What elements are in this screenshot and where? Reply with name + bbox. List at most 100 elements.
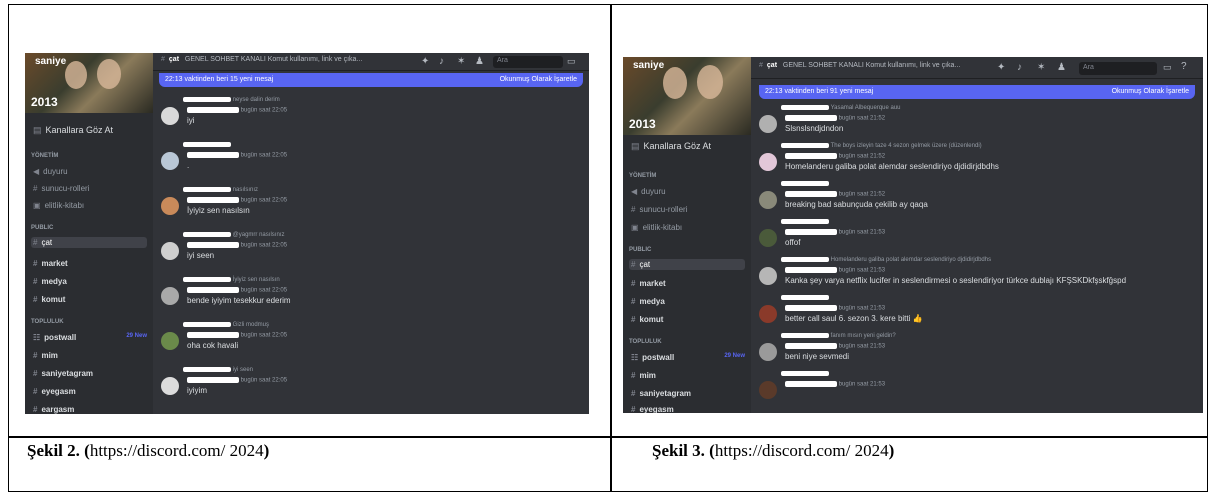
inbox-icon[interactable]: ▭: [567, 56, 576, 67]
channel-elitlik-kitabi[interactable]: ▣ elitlik-kitabı: [33, 201, 153, 210]
category-yonetim[interactable]: YÖNETİM: [629, 173, 751, 179]
redacted-username[interactable]: [187, 287, 239, 293]
pin-icon[interactable]: ✶: [1037, 62, 1045, 73]
redacted-username[interactable]: [785, 381, 837, 387]
redacted-username[interactable]: [785, 267, 837, 273]
user-avatar[interactable]: [759, 343, 777, 361]
browse-channels[interactable]: ▤ Kanallara Göz At: [631, 141, 751, 152]
user-avatar[interactable]: [161, 107, 179, 125]
category-topluluk[interactable]: TOPLULUK: [629, 339, 751, 345]
channel-komut[interactable]: # komut: [631, 315, 751, 324]
channel-medya[interactable]: # medya: [631, 297, 751, 306]
search-input[interactable]: Ara: [1079, 62, 1157, 75]
channel-elitlik-kitabi[interactable]: ▣ elitlik-kitabı: [631, 223, 751, 232]
channel-saniyetagram[interactable]: # saniyetagram: [33, 369, 153, 378]
channel-duyuru[interactable]: ◀ duyuru: [631, 187, 751, 196]
channel-eyegasm[interactable]: # eyegasm: [631, 405, 751, 413]
reply-preview[interactable]: Homelanderu galiba polat alemdar seslend…: [781, 257, 991, 263]
user-avatar[interactable]: [759, 153, 777, 171]
new-messages-bar[interactable]: 22:13 vaktinden beri 91 yeni mesaj Okunmu…: [759, 85, 1195, 99]
redacted-username[interactable]: [785, 305, 837, 311]
category-yonetim[interactable]: YÖNETİM: [31, 153, 153, 159]
channel-eyegasm[interactable]: # eyegasm: [33, 387, 153, 396]
reply-preview[interactable]: iyi seen: [183, 367, 253, 373]
redacted-username[interactable]: [785, 191, 837, 197]
browse-channels[interactable]: ▤ Kanallara Göz At: [33, 125, 153, 136]
channel-cat[interactable]: # çat: [31, 237, 147, 248]
user-avatar[interactable]: [759, 381, 777, 399]
user-avatar[interactable]: [759, 229, 777, 247]
channel-postwall[interactable]: ☷ postwall 29 New: [33, 333, 153, 342]
user-avatar[interactable]: [759, 267, 777, 285]
threads-icon[interactable]: ✦: [997, 62, 1005, 73]
redacted-username[interactable]: [187, 107, 239, 113]
channel-mim[interactable]: # mim: [33, 351, 153, 360]
inbox-icon[interactable]: ▭: [1163, 62, 1172, 73]
message-header: bugün saat 22:05: [187, 287, 287, 294]
reply-preview[interactable]: neyse dalin derim: [183, 97, 280, 103]
channel-cat[interactable]: # çat: [629, 259, 745, 270]
caption-figure-3: Şekil 3. (https://discord.com/ 2024): [652, 441, 895, 460]
reply-preview[interactable]: [781, 219, 829, 225]
new-messages-bar[interactable]: 22:13 vaktinden beri 15 yeni mesaj Okunmu…: [159, 73, 583, 87]
message-header: bugün saat 22:05: [187, 242, 287, 249]
reply-preview[interactable]: [781, 181, 829, 187]
threads-icon[interactable]: ✦: [421, 56, 429, 67]
mute-icon[interactable]: ♪: [439, 56, 444, 67]
server-name[interactable]: saniye: [35, 56, 66, 67]
channel-sunucu-rolleri[interactable]: # sunucu-rolleri: [631, 205, 751, 214]
reply-preview[interactable]: [781, 295, 829, 301]
category-public[interactable]: PUBLIC: [629, 247, 751, 253]
mute-icon[interactable]: ♪: [1017, 62, 1022, 73]
user-avatar[interactable]: [759, 191, 777, 209]
reply-preview[interactable]: fanım mısın yeni geldin?: [781, 333, 896, 339]
channel-saniyetagram[interactable]: # saniyetagram: [631, 389, 751, 398]
redacted-username[interactable]: [187, 242, 239, 248]
user-avatar[interactable]: [161, 287, 179, 305]
user-avatar[interactable]: [161, 332, 179, 350]
channel-sunucu-rolleri[interactable]: # sunucu-rolleri: [33, 184, 153, 193]
channel-duyuru[interactable]: ◀ duyuru: [33, 167, 153, 176]
user-avatar[interactable]: [161, 197, 179, 215]
redacted-username[interactable]: [785, 153, 837, 159]
channel-komut[interactable]: # komut: [33, 295, 153, 304]
user-avatar[interactable]: [161, 377, 179, 395]
user-avatar[interactable]: [759, 305, 777, 323]
redacted-username[interactable]: [187, 332, 239, 338]
header-topic: GENEL SOHBET KANALI Komut kullanımı, lin…: [184, 56, 363, 63]
search-input[interactable]: Ara: [493, 56, 563, 68]
reply-preview[interactable]: The boys izleyin taze 4 sezon gelmek üze…: [781, 143, 982, 149]
user-avatar[interactable]: [161, 152, 179, 170]
user-avatar[interactable]: [161, 242, 179, 260]
reply-preview[interactable]: [183, 142, 231, 148]
redacted-username[interactable]: [187, 377, 239, 383]
redacted-username[interactable]: [785, 343, 837, 349]
channel-postwall[interactable]: ☷ postwall 29 New: [631, 353, 751, 362]
user-avatar[interactable]: [759, 115, 777, 133]
pin-icon[interactable]: ✶: [457, 56, 465, 67]
redacted-username[interactable]: [187, 197, 239, 203]
members-icon[interactable]: ♟: [475, 56, 484, 67]
reply-preview[interactable]: nasılsınız: [183, 187, 258, 193]
mark-read-button[interactable]: Okunmuş Olarak İşaretle: [500, 76, 577, 83]
redacted-username[interactable]: [187, 152, 239, 158]
server-name[interactable]: saniye: [633, 60, 664, 71]
reply-preview[interactable]: Gizli modmuş: [183, 322, 269, 328]
reply-preview[interactable]: [781, 371, 829, 377]
redacted-username[interactable]: [785, 115, 837, 121]
channel-eargasm[interactable]: # eargasm: [33, 405, 153, 414]
channel-market[interactable]: # market: [631, 279, 751, 288]
mark-read-button[interactable]: Okunmuş Olarak İşaretle: [1112, 88, 1189, 95]
reply-preview[interactable]: İyiyiz sen nasılsın: [183, 277, 280, 283]
channel-market[interactable]: # market: [33, 259, 153, 268]
category-public[interactable]: PUBLIC: [31, 225, 153, 231]
reply-preview[interactable]: @yagmrr nasılsınız: [183, 232, 284, 238]
channel-mim[interactable]: # mim: [631, 371, 751, 380]
members-icon[interactable]: ♟: [1057, 62, 1066, 73]
reply-preview[interactable]: Yasamal Albequerque auu: [781, 105, 901, 111]
message-header: bugün saat 22:05: [187, 197, 287, 204]
redacted-username[interactable]: [785, 229, 837, 235]
help-icon[interactable]: ?: [1181, 61, 1187, 72]
channel-medya[interactable]: # medya: [33, 277, 153, 286]
category-topluluk[interactable]: TOPLULUK: [31, 319, 153, 325]
